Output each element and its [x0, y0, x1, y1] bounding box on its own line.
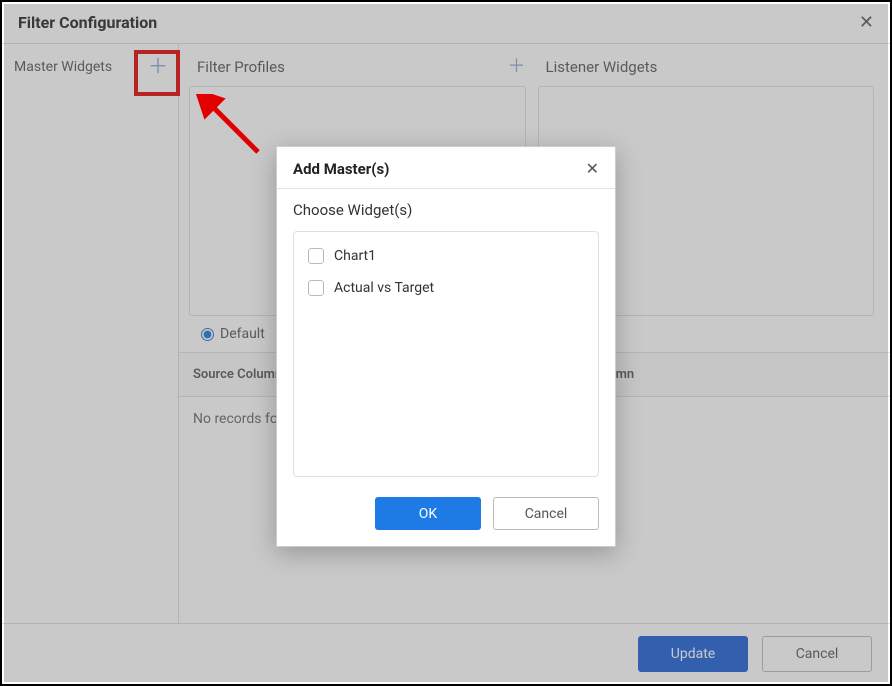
widget-label: Chart1	[334, 248, 376, 264]
widget-label: Actual vs Target	[334, 280, 434, 296]
list-item[interactable]: Chart1	[294, 240, 598, 272]
widget-checkbox[interactable]	[308, 248, 324, 264]
choose-widgets-label: Choose Widget(s)	[293, 201, 599, 219]
ok-button[interactable]: OK	[375, 497, 481, 530]
add-master-modal: Add Master(s) ✕ Choose Widget(s) Chart1 …	[276, 146, 616, 547]
modal-title-bar: Add Master(s) ✕	[277, 147, 615, 189]
modal-title: Add Master(s)	[293, 160, 389, 178]
widget-checkbox[interactable]	[308, 280, 324, 296]
modal-cancel-button[interactable]: Cancel	[493, 497, 599, 530]
widget-list: Chart1 Actual vs Target	[293, 231, 599, 477]
modal-footer: OK Cancel	[277, 483, 615, 546]
modal-close-icon[interactable]: ✕	[586, 159, 599, 178]
list-item[interactable]: Actual vs Target	[294, 272, 598, 304]
